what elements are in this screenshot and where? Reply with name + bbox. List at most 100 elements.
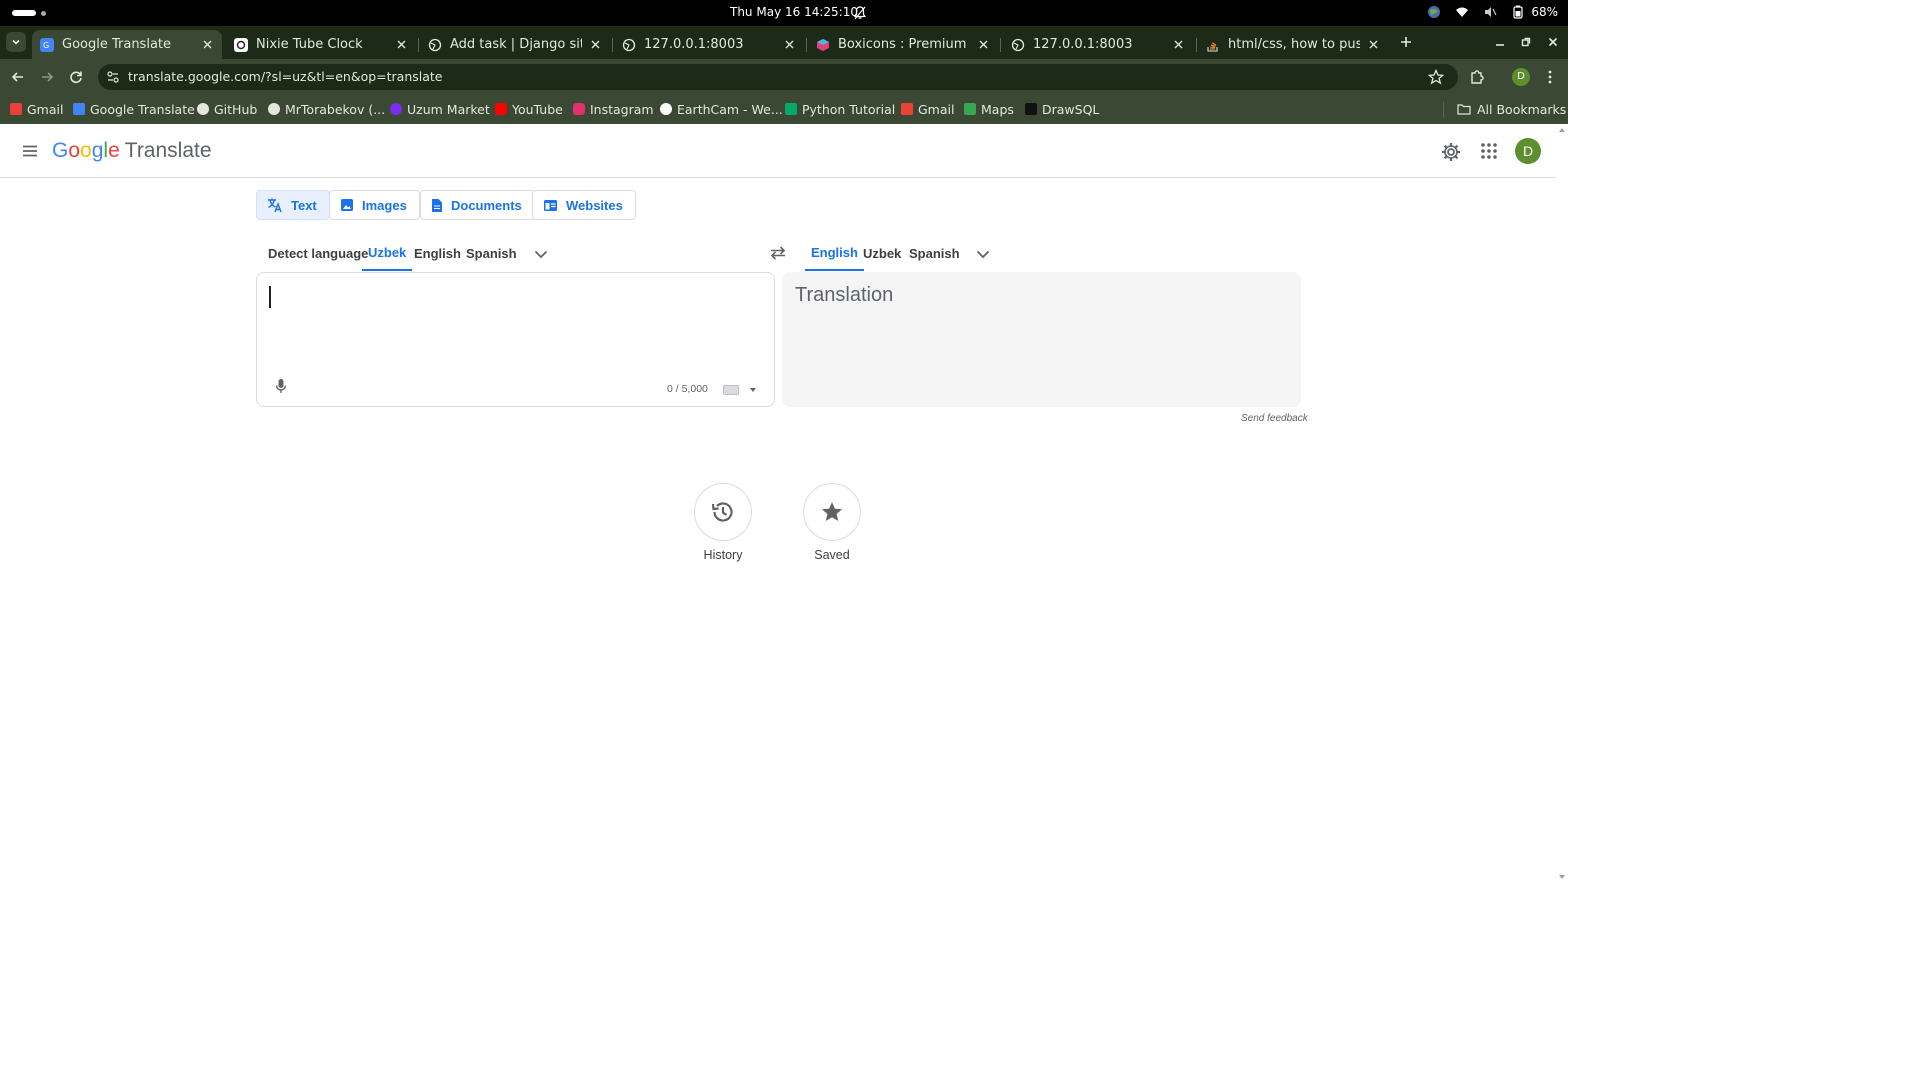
close-window-button[interactable] [1545, 34, 1561, 50]
google-apps-grid-icon[interactable] [1480, 142, 1498, 160]
bookmark-label: YouTube [512, 101, 563, 117]
profile-avatar[interactable]: D [1512, 68, 1530, 86]
google-translate-logo[interactable]: Google Translate [52, 139, 212, 163]
bookmark-label: DrawSQL [1042, 101, 1100, 117]
globe-favicon-icon [622, 38, 636, 52]
tab-close-icon[interactable] [200, 38, 214, 52]
tab-localhost-1[interactable]: 127.0.0.1:8003 [614, 30, 804, 59]
saved-circle[interactable] [803, 483, 861, 541]
keyboard-icon [723, 385, 739, 395]
input-tools-button[interactable] [723, 383, 759, 397]
target-lang-spanish[interactable]: Spanish [903, 236, 966, 271]
main-menu-button[interactable] [18, 139, 42, 163]
website-icon [544, 199, 557, 211]
mode-images-button[interactable]: Images [329, 190, 420, 220]
new-tab-button[interactable] [1396, 32, 1416, 52]
bookmark-github[interactable]: GitHub [197, 100, 257, 118]
saved-button[interactable]: Saved [802, 483, 862, 562]
settings-gear-icon[interactable] [1440, 141, 1462, 163]
tab-google-translate[interactable]: G Google Translate [32, 30, 222, 59]
restore-window-button[interactable] [1518, 34, 1534, 50]
mode-documents-button[interactable]: Documents [420, 190, 535, 220]
bookmark-python-tutorial[interactable]: Python Tutorial [785, 100, 895, 118]
source-text-input[interactable]: 0 / 5,000 [256, 272, 775, 407]
activities-indicator[interactable] [12, 10, 36, 16]
minimize-icon [1496, 44, 1504, 46]
svg-text:G: G [43, 41, 49, 50]
chevron-down-icon [534, 250, 548, 258]
back-button[interactable] [8, 67, 28, 87]
bookmark-instagram[interactable]: Instagram [573, 100, 654, 118]
folder-icon [1457, 104, 1471, 115]
system-tray[interactable]: 68% [1427, 5, 1558, 19]
history-button[interactable]: History [693, 483, 753, 562]
tab-title: Add task | Django site ad [450, 37, 582, 52]
account-avatar[interactable]: D [1515, 138, 1541, 164]
bookmark-google-translate[interactable]: Google Translate [73, 100, 195, 118]
reload-button[interactable] [66, 67, 86, 87]
tab-search-button[interactable] [6, 32, 26, 52]
source-lang-uzbek[interactable]: Uzbek [362, 236, 413, 271]
all-bookmarks-button[interactable]: All Bookmarks [1457, 100, 1566, 118]
google-translate-icon [73, 103, 85, 115]
tab-stackoverflow[interactable]: html/css, how to push an [1198, 30, 1388, 59]
document-icon [432, 198, 442, 212]
caret-down-icon [750, 388, 756, 392]
browser-toolbar: translate.google.com/?sl=uz&tl=en&op=tra… [0, 59, 1568, 95]
tab-title: 127.0.0.1:8003 [644, 37, 744, 52]
tab-close-icon[interactable] [1366, 38, 1380, 52]
page-scrollbar[interactable] [1556, 125, 1568, 882]
bookmark-mrtorabekov[interactable]: MrTorabekov (... [268, 100, 385, 118]
swap-languages-button[interactable] [767, 242, 789, 264]
source-lang-spanish[interactable]: Spanish [460, 236, 523, 271]
tab-title: Nixie Tube Clock [256, 37, 363, 52]
mode-websites-button[interactable]: Websites [532, 190, 636, 220]
source-lang-more-button[interactable] [530, 243, 552, 265]
bookmark-star-icon[interactable] [1428, 69, 1444, 85]
bookmark-drawsql[interactable]: DrawSQL [1025, 100, 1099, 118]
tab-title: html/css, how to push an [1228, 37, 1360, 52]
bookmark-youtube[interactable]: YouTube [495, 100, 563, 118]
source-lang-detect[interactable]: Detect language [262, 236, 374, 271]
tab-close-icon[interactable] [782, 38, 796, 52]
address-url: translate.google.com/?sl=uz&tl=en&op=tra… [128, 69, 443, 84]
bookmark-uzum-market[interactable]: Uzum Market [390, 100, 490, 118]
extensions-button[interactable] [1467, 67, 1487, 87]
target-lang-english[interactable]: English [805, 236, 864, 271]
tab-django-add-task[interactable]: Add task | Django site ad [420, 30, 610, 59]
bookmark-earthcam[interactable]: EarthCam - We... [660, 100, 783, 118]
bookmark-label: Python Tutorial [802, 101, 896, 117]
history-circle[interactable] [694, 483, 752, 541]
source-lang-english[interactable]: English [408, 236, 467, 271]
kebab-menu-icon [1548, 70, 1552, 84]
os-clock[interactable]: Thu May 16 14:25:10 [730, 5, 858, 19]
tab-close-icon[interactable] [588, 38, 602, 52]
address-bar[interactable]: translate.google.com/?sl=uz&tl=en&op=tra… [98, 64, 1458, 90]
bookmark-gmail[interactable]: Gmail [10, 100, 63, 118]
tab-close-icon[interactable] [1171, 38, 1185, 52]
voice-input-button[interactable] [271, 376, 291, 396]
bookmark-label: Google Translate [90, 101, 195, 117]
target-lang-more-button[interactable] [972, 243, 994, 265]
bookmark-label: EarthCam - We... [677, 101, 783, 117]
tab-separator [612, 38, 613, 52]
gmail-icon [10, 103, 22, 115]
target-lang-uzbek[interactable]: Uzbek [857, 236, 907, 271]
tab-title: 127.0.0.1:8003 [1033, 37, 1133, 52]
bookmark-gmail-2[interactable]: Gmail [901, 100, 954, 118]
bookmark-maps[interactable]: Maps [964, 100, 1014, 118]
tab-nixie-clock[interactable]: Nixie Tube Clock [226, 30, 416, 59]
tab-boxicons[interactable]: Boxicons : Premium web [808, 30, 998, 59]
tab-separator [1196, 38, 1197, 52]
send-feedback-link[interactable]: Send feedback [1241, 413, 1308, 424]
browser-menu-button[interactable] [1540, 67, 1560, 87]
tab-close-icon[interactable] [976, 38, 990, 52]
forward-button[interactable] [37, 67, 57, 87]
vpn-globe-icon [1428, 6, 1441, 18]
tab-close-icon[interactable] [394, 38, 408, 52]
minimize-window-button[interactable] [1492, 34, 1508, 50]
mode-text-button[interactable]: Text [256, 190, 330, 220]
bookmark-label: Gmail [918, 101, 955, 117]
tab-localhost-2[interactable]: 127.0.0.1:8003 [1003, 30, 1193, 59]
site-info-icon[interactable] [106, 70, 120, 84]
